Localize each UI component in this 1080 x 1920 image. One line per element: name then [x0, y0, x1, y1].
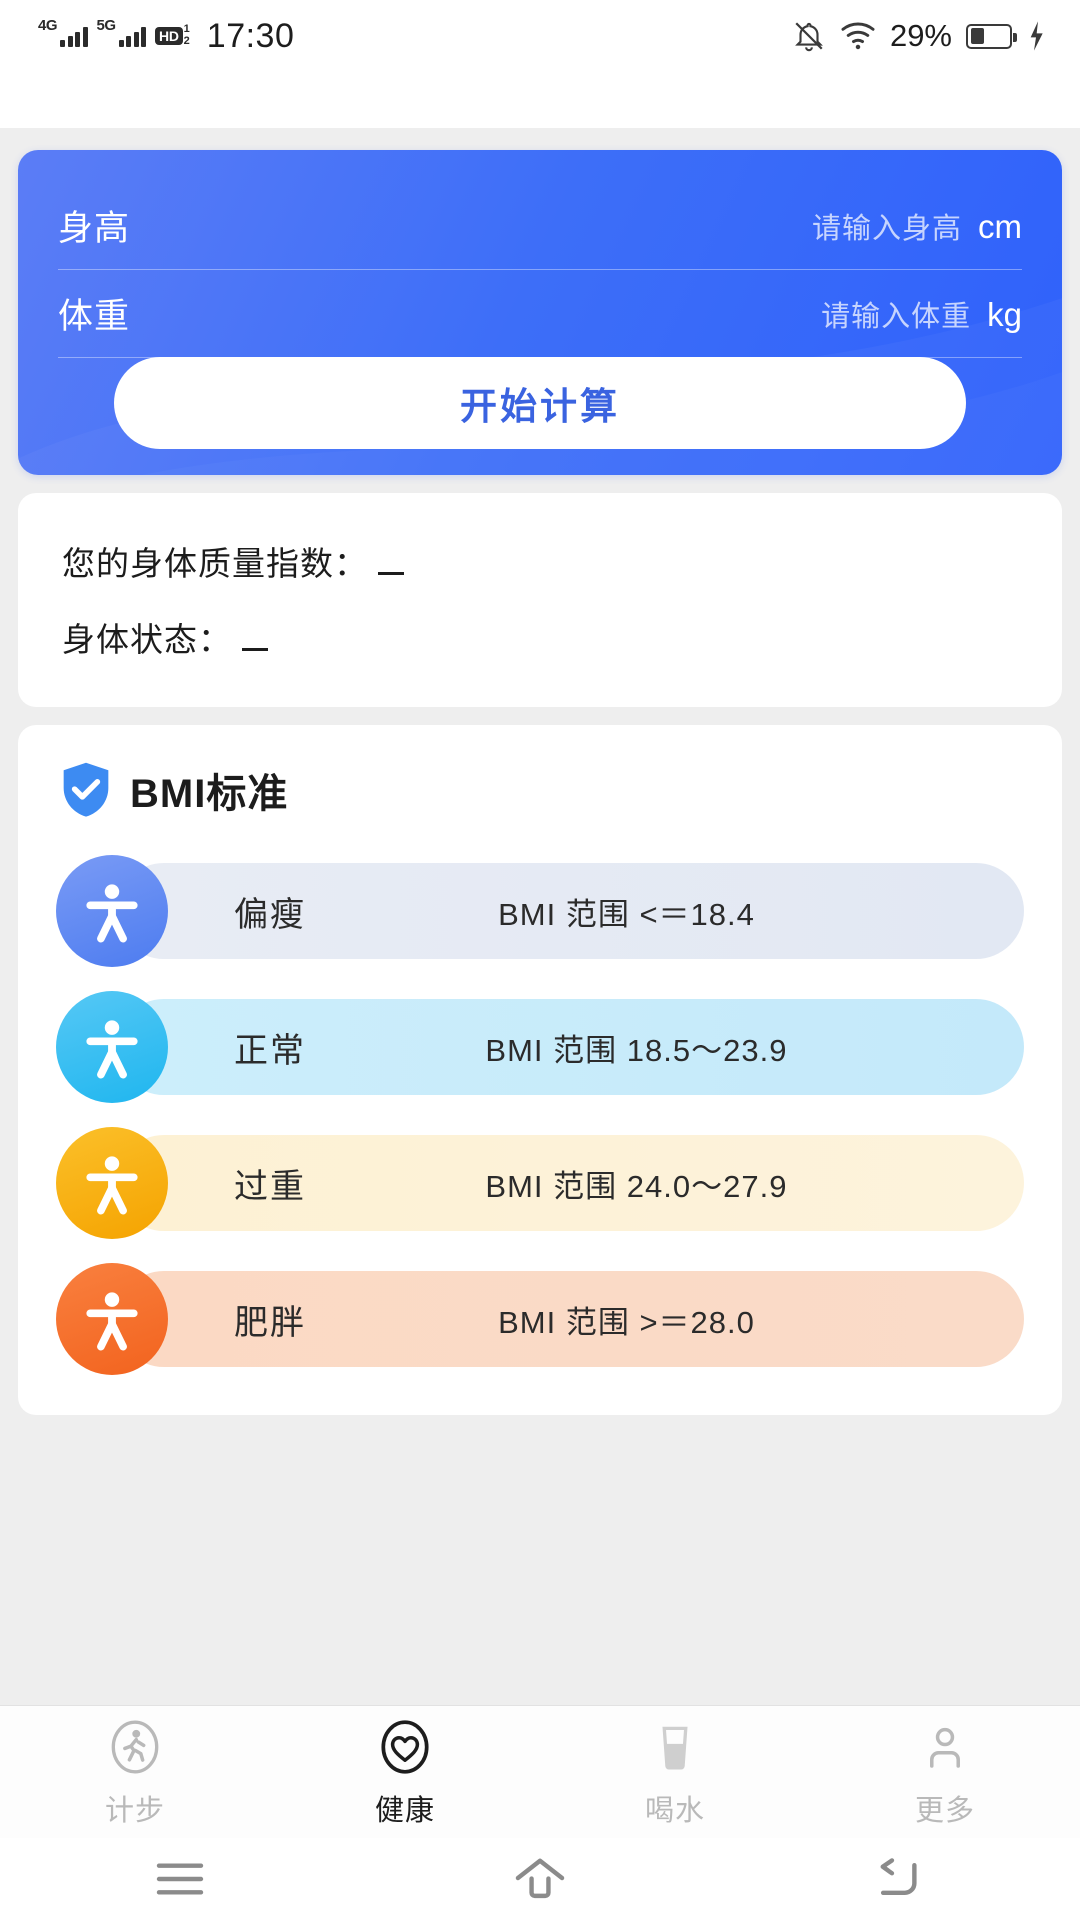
battery-icon: [966, 23, 1017, 49]
tab-drink-water[interactable]: 喝水: [540, 1716, 810, 1829]
bmi-standard-row: 肥胖 BMI 范围 >＝28.0: [56, 1263, 1024, 1375]
weight-field-row[interactable]: 体重 请输入体重 kg: [58, 270, 1022, 358]
height-input[interactable]: 请输入身高: [812, 205, 962, 247]
battery-percent-label: 29%: [889, 18, 952, 53]
network-4g-label: 4G: [38, 17, 58, 34]
weight-label: 体重: [58, 297, 131, 336]
android-nav-bar: [0, 1838, 1080, 1920]
height-label: 身高: [58, 209, 131, 248]
hd-label: HD: [155, 27, 183, 45]
bmi-standard-row: 偏瘦 BMI 范围 <＝18.4: [56, 855, 1024, 967]
heart-icon: [381, 1719, 429, 1774]
bmi-result-label: 您的身体质量指数：: [62, 545, 368, 582]
signal-4g: 4G: [38, 18, 88, 47]
calculate-button[interactable]: 开始计算: [114, 357, 966, 449]
back-button[interactable]: [720, 1856, 1080, 1902]
weight-input-group[interactable]: 请输入体重 kg: [821, 293, 1022, 335]
bmi-standard-row: 正常 BMI 范围 18.5～23.9: [56, 991, 1024, 1103]
status-bar-clock: 17:30: [206, 16, 295, 55]
signal-5g: 5G: [97, 18, 147, 47]
bmi-row-avatar-icon: [56, 855, 168, 967]
height-field-row[interactable]: 身高 请输入身高 cm: [58, 182, 1022, 270]
mute-bell-icon: [795, 22, 823, 52]
network-5g-label: 5G: [96, 17, 117, 34]
recent-apps-button[interactable]: [0, 1858, 360, 1900]
bmi-result-row: 您的身体质量指数：: [18, 537, 1062, 585]
bmi-row-name: 正常: [234, 1031, 306, 1070]
bmi-standard-card: BMI标准 偏瘦 BMI 范围 <＝18.4 正常 BMI 范围 18.5～23.9 过…: [18, 725, 1062, 1415]
tab-pedometer[interactable]: 计步: [0, 1716, 270, 1829]
bmi-row-avatar-icon: [56, 991, 168, 1103]
status-bar: 4G 5G HD 1 2 17:30 29%: [0, 0, 1080, 72]
bmi-input-card: 身高 请输入身高 cm 体重 请输入体重 kg 开始计算: [18, 150, 1062, 475]
bmi-result-value: [378, 549, 404, 575]
app-screen: 4G 5G HD 1 2 17:30 29% 身高 请输入身高 cm 体重 请输…: [0, 0, 1080, 1920]
bmi-row-pill: 过重 BMI 范围 24.0～27.9: [116, 1135, 1024, 1231]
walking-person-icon: [111, 1720, 159, 1773]
home-button[interactable]: [360, 1856, 720, 1902]
bmi-standard-row: 过重 BMI 范围 24.0～27.9: [56, 1127, 1024, 1239]
weight-unit-label: kg: [987, 295, 1022, 333]
bmi-row-range: BMI 范围 24.0～27.9: [485, 1168, 788, 1204]
hd-voice-icon: HD 1 2: [155, 24, 190, 47]
bmi-row-pill: 正常 BMI 范围 18.5～23.9: [116, 999, 1024, 1095]
bmi-row-range: BMI 范围 >＝28.0: [498, 1304, 755, 1340]
result-card: 您的身体质量指数： 身体状态：: [18, 493, 1062, 707]
water-glass-icon: [662, 1726, 688, 1770]
tab-health[interactable]: 健康: [270, 1716, 540, 1829]
body-state-row: 身体状态：: [18, 613, 1062, 661]
bmi-row-range: BMI 范围 18.5～23.9: [485, 1032, 788, 1068]
person-standing-icon: [86, 884, 138, 943]
hd-sub: 2: [183, 35, 190, 47]
back-icon: [880, 1858, 917, 1896]
wifi-icon: [841, 22, 875, 50]
page-content: 身高 请输入身高 cm 体重 请输入体重 kg 开始计算 您的身体质量指数： 身…: [0, 72, 1080, 1920]
bmi-row-range: BMI 范围 <＝18.4: [498, 896, 755, 932]
height-unit-label: cm: [978, 207, 1022, 245]
bmi-row-pill: 偏瘦 BMI 范围 <＝18.4: [116, 863, 1024, 959]
bmi-row-pill: 肥胖 BMI 范围 >＝28.0: [116, 1271, 1024, 1367]
tab-health-label: 健康: [374, 1794, 435, 1827]
signal-bars-icon-2: [118, 25, 147, 47]
body-state-label: 身体状态：: [62, 621, 232, 658]
recent-apps-icon: [156, 1863, 204, 1895]
bottom-tab-bar: 计步 健康 喝水 更多: [0, 1705, 1080, 1838]
bmi-standard-list: 偏瘦 BMI 范围 <＝18.4 正常 BMI 范围 18.5～23.9 过重 BMI 范…: [18, 855, 1062, 1375]
status-bar-right: 29%: [792, 18, 1046, 54]
charging-bolt-icon: [1030, 21, 1043, 51]
bmi-row-name: 偏瘦: [234, 895, 306, 934]
person-icon: [930, 1727, 960, 1768]
home-icon: [515, 1858, 565, 1899]
tab-more[interactable]: 更多: [810, 1716, 1080, 1829]
bmi-row-name: 过重: [234, 1167, 306, 1206]
status-bar-left: 4G 5G HD 1 2 17:30: [38, 17, 294, 56]
body-state-value: [242, 625, 268, 651]
bmi-row-avatar-icon: [56, 1127, 168, 1239]
tab-drink-water-label: 喝水: [644, 1794, 705, 1827]
bmi-standard-title: BMI标准: [130, 772, 289, 816]
person-standing-icon: [86, 1156, 138, 1215]
person-standing-icon: [86, 1020, 138, 1079]
weight-input[interactable]: 请输入体重: [821, 293, 971, 335]
hd-sim-indicator: 1 2: [184, 24, 190, 47]
bmi-standard-header: BMI标准: [18, 761, 1062, 823]
tab-more-label: 更多: [914, 1794, 975, 1827]
content-top-spacer: [0, 72, 1080, 128]
bmi-row-name: 肥胖: [234, 1303, 306, 1342]
bmi-row-avatar-icon: [56, 1263, 168, 1375]
person-standing-icon: [86, 1292, 138, 1351]
height-input-group[interactable]: 请输入身高 cm: [812, 205, 1022, 247]
tab-pedometer-label: 计步: [104, 1794, 165, 1827]
shield-check-icon: [63, 762, 109, 817]
signal-bars-icon: [60, 25, 88, 47]
